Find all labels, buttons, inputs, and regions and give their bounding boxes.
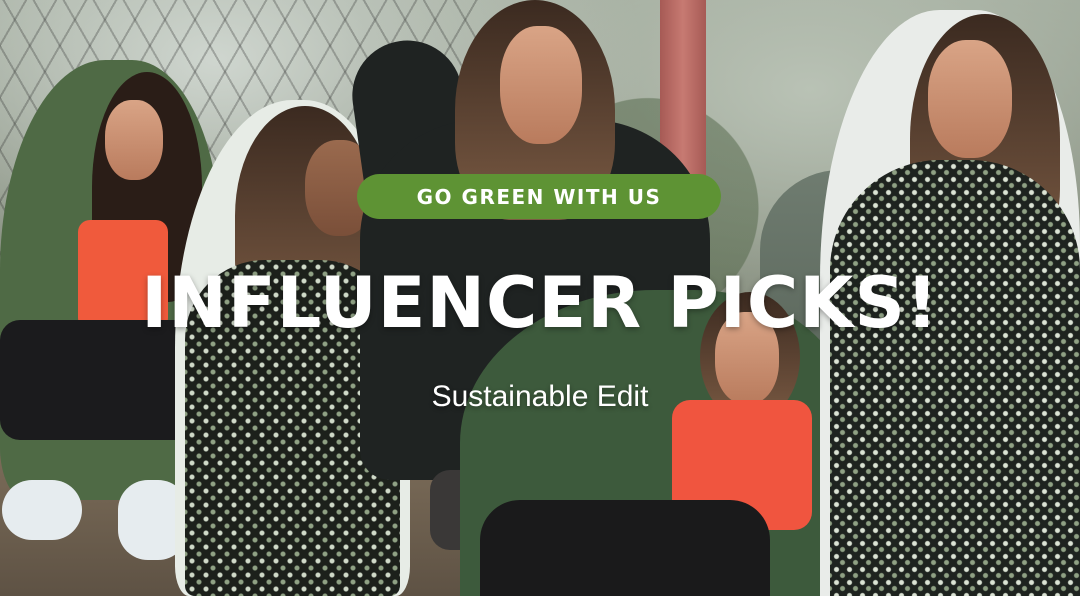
- face: [928, 40, 1012, 158]
- floral-dress: [830, 160, 1080, 596]
- headline: INFLUENCER PICKS!: [141, 262, 939, 344]
- influencer-picks-banner[interactable]: GO GREEN WITH US INFLUENCER PICKS! Susta…: [0, 0, 1080, 596]
- subheadline: Sustainable Edit: [431, 380, 649, 413]
- face: [500, 26, 582, 144]
- face: [105, 100, 163, 180]
- sneaker: [2, 480, 82, 540]
- black-leggings: [480, 500, 770, 596]
- go-green-badge[interactable]: GO GREEN WITH US: [357, 174, 721, 219]
